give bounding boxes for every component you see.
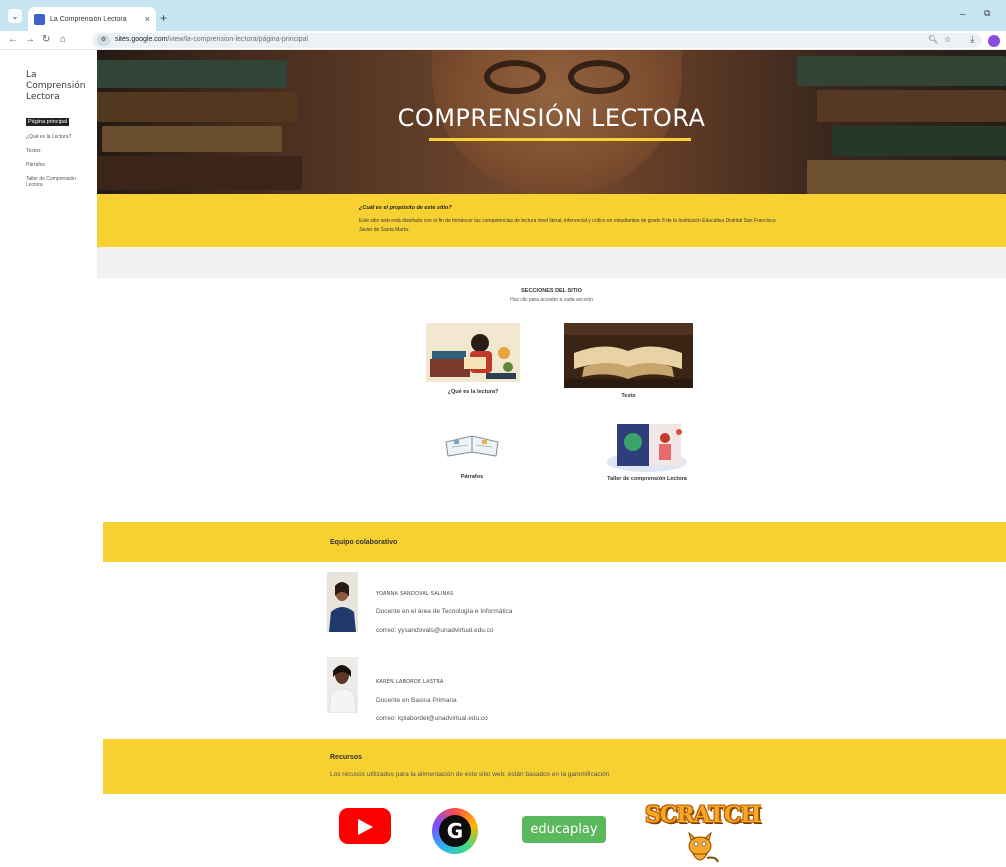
nav-item-parrafos[interactable]: Párrafos xyxy=(26,162,94,168)
hero-title-underline xyxy=(429,138,691,141)
tab-title: La Comprensión Lectora xyxy=(50,15,127,23)
home-icon[interactable]: ⌂ xyxy=(60,34,66,45)
new-tab-icon[interactable]: + xyxy=(160,11,167,25)
nav-item-pagina-principal[interactable]: Página principal xyxy=(26,118,70,126)
browser-tab[interactable]: La Comprensión Lectora × xyxy=(28,7,156,31)
youtube-logo-icon[interactable] xyxy=(339,808,391,844)
profile-avatar[interactable] xyxy=(988,35,1000,47)
member-name-1: YOANNA SANDOVAL SALINAS xyxy=(376,591,454,597)
zoom-icon[interactable]: 🔍︎ xyxy=(928,35,938,44)
genially-logo-icon[interactable]: G xyxy=(432,808,478,854)
purpose-section: ¿Cuál es el propósito de este sitio? Est… xyxy=(97,194,1006,247)
member-role-1: Docente en el área de Tecnología e Infor… xyxy=(376,608,513,615)
card-label-que-es-la-lectura[interactable]: ¿Qué es la lectura? xyxy=(426,389,520,396)
nav-item-textos[interactable]: Textos xyxy=(26,148,94,154)
nav-item-que-es-la-lectura[interactable]: ¿Qué es la Lectura? xyxy=(26,134,94,140)
bookmark-star-icon[interactable]: ☆ xyxy=(944,35,951,44)
forward-arrow-icon[interactable]: → xyxy=(25,34,35,45)
tab-search-icon[interactable]: ⌄ xyxy=(8,9,22,23)
card-image-parrafos[interactable] xyxy=(442,424,502,462)
hero-title: COMPRENSIÓN LECTORA xyxy=(397,104,706,132)
browser-tab-strip: ⌄ La Comprensión Lectora × + – ⧉ xyxy=(0,0,1006,31)
genially-letter: G xyxy=(439,815,471,847)
tab-close-icon[interactable]: × xyxy=(145,14,150,24)
site-info-icon[interactable]: ⚙ xyxy=(97,35,110,46)
member-photo-1 xyxy=(327,572,358,632)
url-path: /view/la-comprension-lectora/página-prin… xyxy=(167,36,308,43)
member-name-2: KAREN LABORDE LASTRA xyxy=(376,679,444,685)
team-title: Equipo colaborativo xyxy=(330,539,398,546)
card-image-taller[interactable] xyxy=(599,420,695,473)
member-email-2[interactable]: correo: kplabordel@unadvirtual.edu.co xyxy=(376,715,488,722)
sections-subtitle: Haz clic para acceder a cada sección xyxy=(510,297,593,303)
card-image-texto[interactable] xyxy=(564,323,693,388)
reload-icon[interactable]: ↻ xyxy=(42,34,50,45)
back-arrow-icon[interactable]: ← xyxy=(8,34,18,45)
educaplay-logo[interactable]: educaplay xyxy=(522,816,606,843)
card-label-taller[interactable]: Taller de comprensión Lectora xyxy=(599,476,695,483)
url-domain: sites.google.com xyxy=(115,36,168,43)
card-label-parrafos[interactable]: Párrafos xyxy=(432,474,512,481)
hero-banner: COMPRENSIÓN LECTORA xyxy=(97,50,1006,194)
site-nav: Página principal ¿Qué es la Lectura? Tex… xyxy=(26,110,94,196)
team-header-band: Equipo colaborativo xyxy=(103,522,1006,562)
window-restore-icon[interactable]: ⧉ xyxy=(984,8,990,19)
member-email-1[interactable]: correo: yysandovals@unadvirtual.edu.co xyxy=(376,627,494,634)
browser-toolbar: ← → ↻ ⌂ ⚙ sites.google.com/view/la-compr… xyxy=(0,31,1006,50)
member-role-2: Docente en Basica Primaria xyxy=(376,697,457,704)
address-bar[interactable]: ⚙ sites.google.com/view/la-comprension-l… xyxy=(92,33,982,48)
site-sidebar: La Comprensión Lectora Página principal … xyxy=(0,50,97,867)
member-photo-2 xyxy=(327,657,358,713)
scratch-cat-icon xyxy=(680,831,720,867)
nav-item-taller[interactable]: Taller de Comprensión Lectora xyxy=(26,176,94,188)
resources-text: Los recusos utilizados para la alimentac… xyxy=(330,771,610,778)
site-title[interactable]: La Comprensión Lectora xyxy=(26,70,94,103)
spacer-band xyxy=(97,247,1006,278)
purpose-text: Este sitio web está diseñado con el fin … xyxy=(359,218,776,233)
sections-title: SECCIONES DEL SITIO xyxy=(521,288,582,294)
resources-title: Recursos xyxy=(330,754,362,761)
resources-section: Recursos Los recusos utilizados para la … xyxy=(103,739,1006,794)
download-icon[interactable]: ⤓ xyxy=(970,34,974,45)
purpose-question: ¿Cuál es el propósito de este sitio? xyxy=(359,205,452,211)
url-text: sites.google.com/view/la-comprension-lec… xyxy=(115,36,308,43)
card-image-que-es-la-lectura[interactable] xyxy=(426,323,520,382)
window-minimize-icon[interactable]: – xyxy=(960,9,966,20)
scratch-logo[interactable]: SCRATCH xyxy=(645,802,763,832)
card-label-texto[interactable]: Texto xyxy=(564,393,693,400)
google-sites-favicon-icon xyxy=(34,13,45,25)
